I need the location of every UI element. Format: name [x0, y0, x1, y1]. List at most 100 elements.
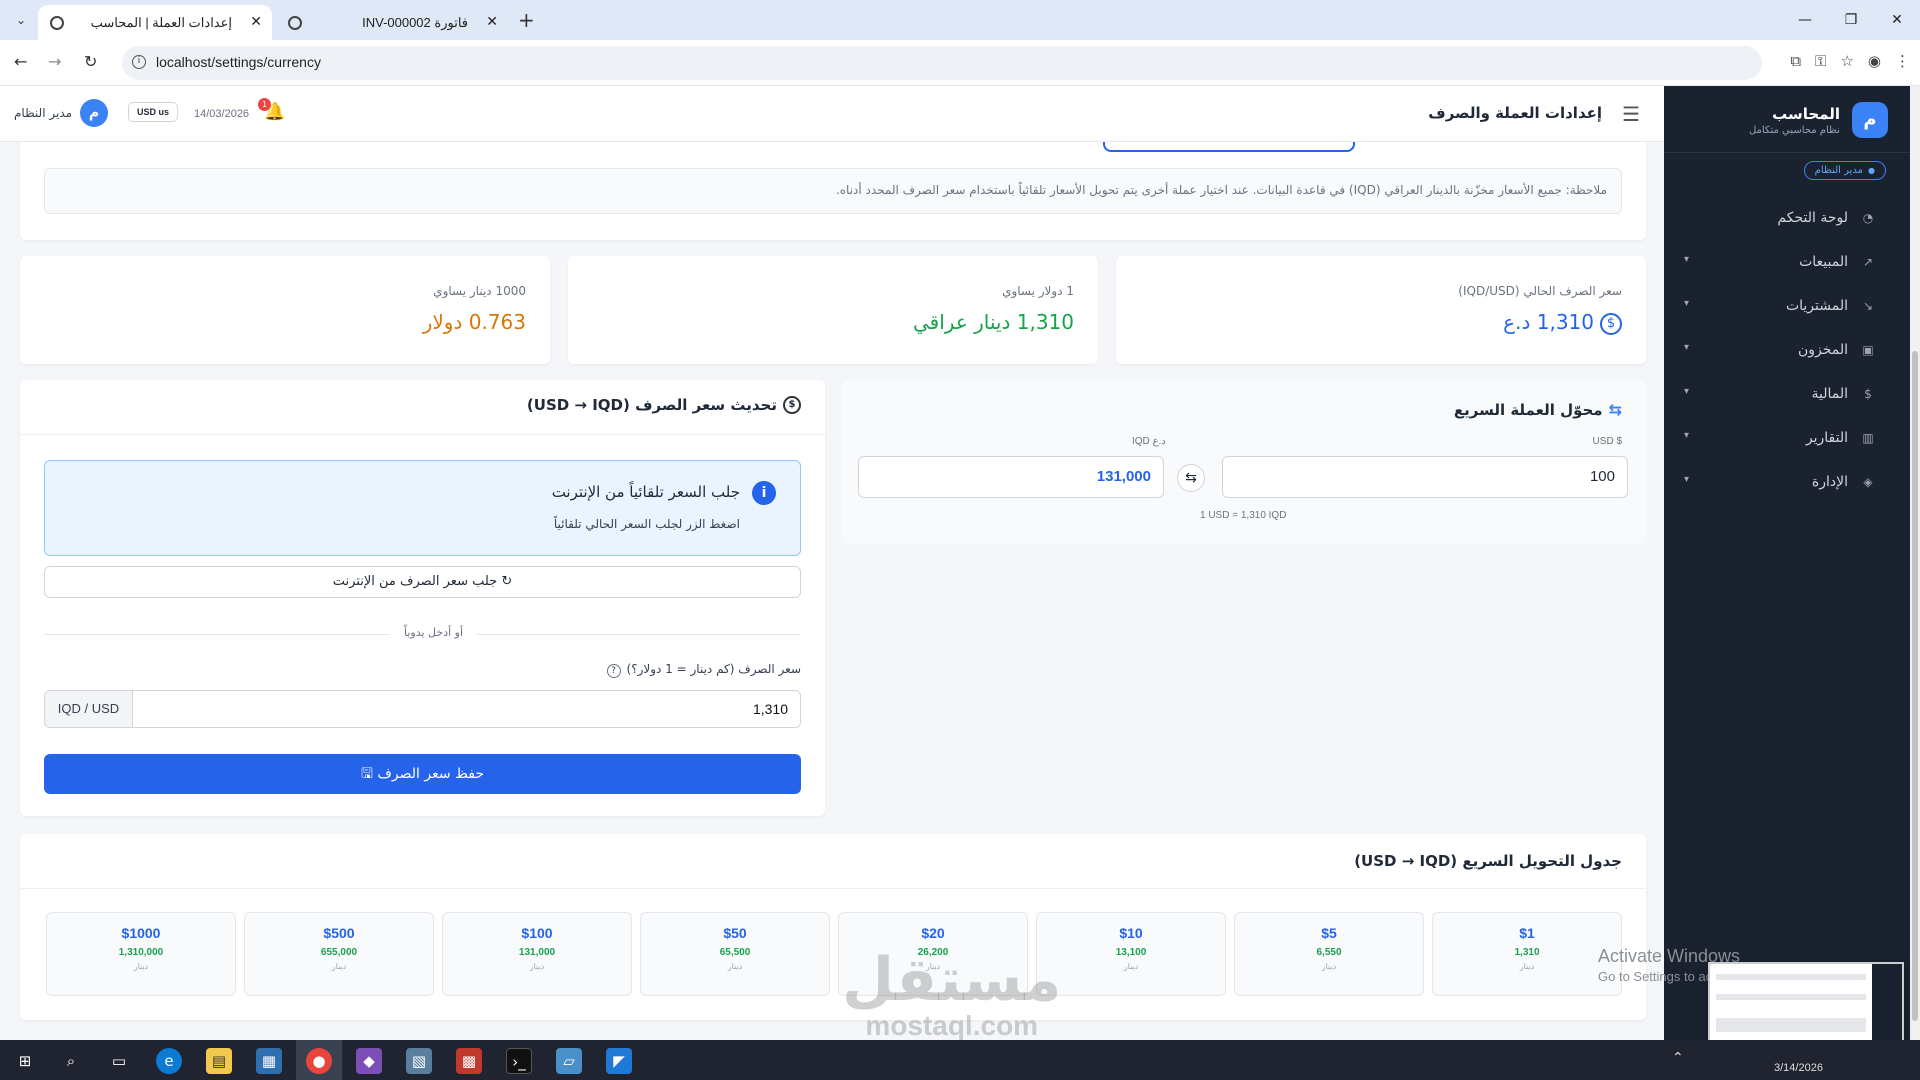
conversion-tile: $10 13,100 دينار	[1036, 912, 1226, 996]
forward-icon[interactable]: →	[48, 52, 61, 71]
user-menu[interactable]: م مدير النظام	[14, 99, 109, 127]
help-icon[interactable]: ?	[606, 664, 621, 678]
sidebar-item-0[interactable]: ◔ لوحة التحكم	[1664, 196, 1910, 240]
tile-iqd-amount: 131,000	[518, 947, 556, 958]
translate-icon[interactable]: ⧉	[1790, 52, 1801, 70]
sidebar-item-5[interactable]: ▥ التقارير ▾	[1664, 416, 1910, 460]
stat-label: سعر الصرف الحالي (IQD/USD)	[1458, 284, 1622, 298]
chevron-down-icon[interactable]: ▾	[1684, 254, 1689, 265]
watermark: مستقل mostaql.com	[842, 950, 1061, 1042]
tile-unit: دينار	[331, 962, 347, 971]
partial-button[interactable]	[1103, 142, 1355, 152]
close-window-icon[interactable]: ✕	[1874, 0, 1920, 40]
stat-card-usd-equals: 1 دولار يساوي 1,310 دينار عراقي	[568, 256, 1098, 364]
windows-taskbar: ⊞ ⌕ ▭ e ▤ ▦ ● ◆ ▧ ▩ ›_ ▱ ◤ ⌃ 3/14/2026	[0, 1040, 1920, 1080]
currency-selector[interactable]: USD us	[128, 102, 179, 122]
reload-icon[interactable]: ↻	[84, 52, 97, 71]
tile-unit: دينار	[1321, 962, 1337, 971]
chevron-down-icon[interactable]: ▾	[1684, 430, 1689, 441]
sidebar-item-4[interactable]: $ المالية ▾	[1664, 372, 1910, 416]
close-icon[interactable]: ✕	[486, 5, 498, 40]
chrome-icon[interactable]: ●	[306, 1048, 332, 1074]
terminal-icon[interactable]: ›_	[506, 1048, 532, 1074]
exchange-icon: ⇆	[1608, 400, 1622, 419]
fetch-rate-button[interactable]: ↻ جلب سعر الصرف من الإنترنت	[44, 566, 801, 598]
url-field[interactable]: i localhost/settings/currency	[122, 46, 1762, 80]
page-title: إعدادات العملة والصرف	[1428, 104, 1602, 122]
visual-studio-icon[interactable]: ◆	[356, 1048, 382, 1074]
browser-tab-invoice[interactable]: فاتورة INV-000002 ✕	[276, 5, 508, 40]
app-icon[interactable]: ▦	[256, 1048, 282, 1074]
trend-down-icon: ↘	[1862, 299, 1874, 313]
save-rate-button[interactable]: حفظ سعر الصرف 🖫	[44, 754, 801, 794]
scroll-thumb[interactable]	[1912, 351, 1918, 1021]
profile-icon[interactable]: ◉	[1868, 52, 1881, 70]
sidebar-item-1[interactable]: ↗ المبيعات ▾	[1664, 240, 1910, 284]
conversion-tile: $50 65,500 دينار	[640, 912, 830, 996]
quick-table-title: جدول التحويل السريع (USD → IQD)	[1354, 852, 1622, 870]
page-scrollbar[interactable]	[1910, 86, 1920, 1040]
conversion-tile: $5 6,550 دينار	[1234, 912, 1424, 996]
brand-name: المحاسب	[1772, 104, 1840, 123]
vscode-icon[interactable]: ◤	[606, 1048, 632, 1074]
tile-iqd-amount: 1,310	[1514, 947, 1540, 958]
url-text: localhost/settings/currency	[156, 54, 321, 70]
refresh-icon: ↻	[501, 574, 513, 589]
close-icon[interactable]: ✕	[250, 5, 262, 40]
task-view-icon[interactable]: ▭	[106, 1048, 132, 1074]
divider	[20, 888, 1646, 889]
converter-title-text: محوّل العملة السريع	[1453, 400, 1603, 419]
tray-chevron-icon[interactable]: ⌃	[1672, 1050, 1684, 1066]
chevron-down-icon[interactable]: ▾	[1684, 298, 1689, 309]
sidebar-item-6[interactable]: ◈ الإدارة ▾	[1664, 460, 1910, 504]
file-explorer-icon[interactable]: ▤	[206, 1048, 232, 1074]
search-icon[interactable]: ⌕	[58, 1048, 84, 1074]
chevron-down-icon[interactable]: ▾	[1684, 474, 1689, 485]
update-rate-title-text: تحديث سعر الصرف (USD → IQD)	[526, 396, 777, 414]
sidebar-item-label: الإدارة	[1811, 474, 1848, 490]
sidebar-item-2[interactable]: ↘ المشتريات ▾	[1664, 284, 1910, 328]
sidebar-item-3[interactable]: ▣ المخزون ▾	[1664, 328, 1910, 372]
tile-iqd-amount: 13,100	[1115, 947, 1147, 958]
browser-tab-active[interactable]: إعدادات العملة | المحاسب ✕	[38, 5, 272, 40]
windows-start-icon[interactable]: ⊞	[12, 1048, 38, 1074]
usd-amount-input[interactable]: 100	[1222, 456, 1628, 498]
box-icon: ▣	[1862, 343, 1874, 357]
key-icon[interactable]: ⚿	[1815, 52, 1826, 70]
user-name: مدير النظام	[14, 106, 73, 120]
watermark-url: mostaql.com	[865, 1010, 1039, 1041]
rate-input[interactable]	[133, 691, 800, 727]
bar-chart-icon: ▥	[1862, 431, 1874, 445]
minimize-icon[interactable]: —	[1782, 0, 1828, 40]
storage-note: ملاحظة: جميع الأسعار مخزّنة بالدينار الع…	[44, 168, 1622, 214]
swap-icon[interactable]: ⇆	[1177, 464, 1205, 492]
conversion-tile: $500 655,000 دينار	[244, 912, 434, 996]
save-rate-label: حفظ سعر الصرف	[377, 766, 485, 782]
info-icon[interactable]: i	[132, 55, 146, 69]
info-icon: i	[752, 481, 776, 505]
rate-unit-addon: IQD / USD	[45, 691, 133, 727]
edge-icon[interactable]: e	[156, 1048, 182, 1074]
sidebar-item-label: المالية	[1811, 386, 1848, 402]
star-icon[interactable]: ☆	[1840, 52, 1853, 70]
tile-usd-amount: $500	[323, 925, 355, 941]
chevron-down-icon[interactable]: ▾	[1684, 342, 1689, 353]
more-icon[interactable]: ⋮	[1895, 52, 1910, 70]
chevron-down-icon[interactable]: ▾	[1684, 386, 1689, 397]
header-date: 14/03/2026	[194, 108, 250, 120]
tile-iqd-amount: 6,550	[1316, 947, 1342, 958]
shield-icon: ◈	[1863, 475, 1873, 489]
app-icon[interactable]: ▩	[456, 1048, 482, 1074]
conversion-tile: $1 1,310 دينار	[1432, 912, 1622, 996]
rate-field-label-text: سعر الصرف (كم دينار = 1 دولار؟)	[626, 662, 801, 676]
tab-search-icon[interactable]: ⌄	[10, 10, 32, 30]
restore-icon[interactable]: ❐	[1828, 0, 1874, 40]
tile-usd-amount: $1	[1519, 925, 1535, 941]
back-icon[interactable]: ←	[14, 52, 27, 71]
quick-table-card: جدول التحويل السريع (USD → IQD) $1 1,310 د…	[20, 834, 1646, 1020]
save-icon: 🖫	[360, 766, 373, 782]
app-icon[interactable]: ▱	[556, 1048, 582, 1074]
menu-icon[interactable]: ☰	[1622, 102, 1640, 126]
app-icon[interactable]: ▧	[406, 1048, 432, 1074]
new-tab-button[interactable]: +	[518, 8, 535, 32]
